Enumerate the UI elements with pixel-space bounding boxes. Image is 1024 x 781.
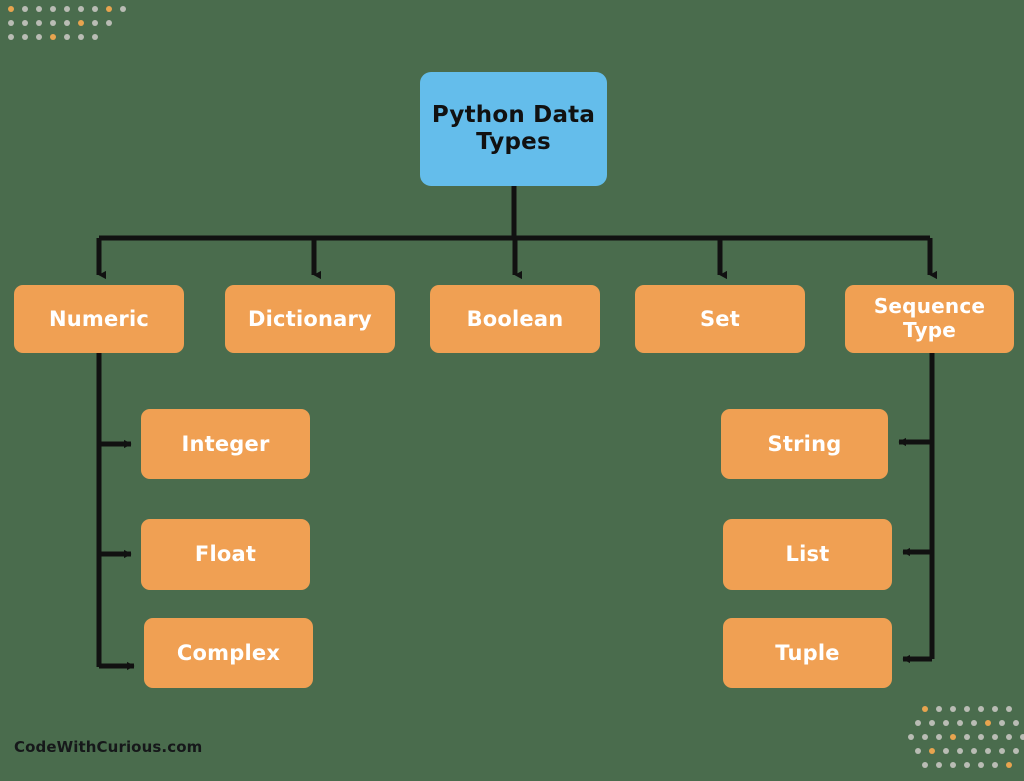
dot [908,734,914,740]
dot [106,20,112,26]
dot [992,706,998,712]
node-dictionary[interactable]: Dictionary [225,285,395,353]
dot [978,734,984,740]
node-integer[interactable]: Integer [141,409,310,479]
dot [120,6,126,12]
dot [50,20,56,26]
dot [950,706,956,712]
node-set[interactable]: Set [635,285,805,353]
dot [92,20,98,26]
dot [978,762,984,768]
dot [964,706,970,712]
watermark-label: CodeWithCurious.com [14,738,203,756]
dot [1006,734,1012,740]
node-tuple[interactable]: Tuple [723,618,892,688]
dot [964,734,970,740]
node-string[interactable]: String [721,409,888,479]
dot [943,748,949,754]
dot [50,34,56,40]
dot-row [908,748,1024,762]
dot [957,748,963,754]
dot [78,34,84,40]
node-list[interactable]: List [723,519,892,590]
dot [943,720,949,726]
dot [985,748,991,754]
dot [971,748,977,754]
dot [1006,706,1012,712]
dot [922,706,928,712]
dot-grid-diamond-icon [908,706,1024,776]
dot [922,762,928,768]
diagram-canvas: Python Data Types Numeric Dictionary Boo… [0,0,1024,768]
dot [1020,734,1024,740]
dot [1013,720,1019,726]
dot [922,734,928,740]
dot [929,748,935,754]
dot [964,762,970,768]
dot [936,762,942,768]
dot [50,6,56,12]
dot [936,706,942,712]
dot-row [8,20,134,34]
dot [22,6,28,12]
dot [78,6,84,12]
dot [92,34,98,40]
dot [22,34,28,40]
dot [36,6,42,12]
dot [936,734,942,740]
dot [8,20,14,26]
dot [1006,762,1012,768]
dot [92,6,98,12]
dot-row [908,720,1024,734]
dot [78,20,84,26]
dot [1013,748,1019,754]
dot [978,706,984,712]
dot [985,720,991,726]
dot [999,720,1005,726]
dot [971,720,977,726]
dot [106,6,112,12]
dot [950,734,956,740]
dot [64,6,70,12]
dot [8,34,14,40]
node-numeric[interactable]: Numeric [14,285,184,353]
dot [992,762,998,768]
dot [915,748,921,754]
node-complex[interactable]: Complex [144,618,313,688]
dot [957,720,963,726]
dot [929,720,935,726]
dot [36,20,42,26]
dot-row [908,706,1024,720]
dot-row [8,34,134,48]
dot [999,748,1005,754]
dot [64,34,70,40]
node-sequence-type[interactable]: Sequence Type [845,285,1014,353]
dot [36,34,42,40]
node-python-data-types[interactable]: Python Data Types [420,72,607,186]
node-boolean[interactable]: Boolean [430,285,600,353]
dot-row [8,6,134,20]
dot [950,762,956,768]
dot-grid-staircase-icon [8,6,134,48]
dot [22,20,28,26]
dot [992,734,998,740]
node-float[interactable]: Float [141,519,310,590]
dot-row [908,762,1024,776]
dot [915,720,921,726]
dot [64,20,70,26]
dot-row [908,734,1024,748]
dot [8,6,14,12]
